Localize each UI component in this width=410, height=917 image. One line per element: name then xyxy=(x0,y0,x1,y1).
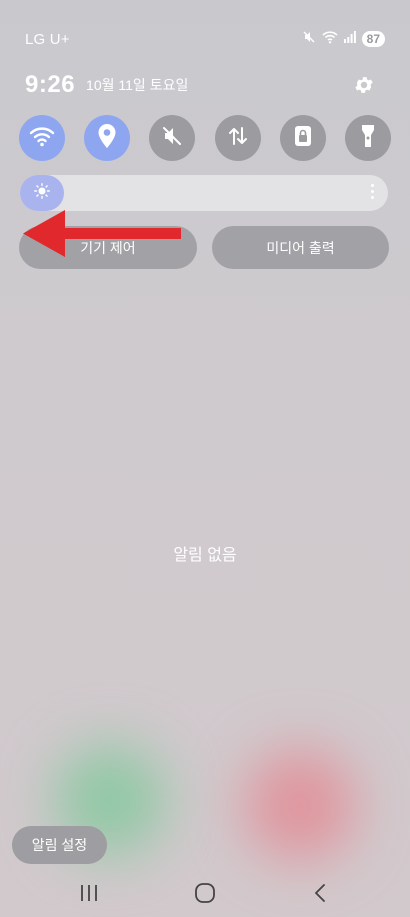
sound-tile[interactable] xyxy=(149,115,196,161)
status-bar: LG U+ 87 xyxy=(25,28,385,50)
header: 9:26 10월 11일 토요일 xyxy=(25,70,375,100)
mute-icon xyxy=(161,125,183,152)
empty-notifications-text: 알림 없음 xyxy=(173,547,237,564)
recents-icon[interactable] xyxy=(69,880,109,906)
location-icon xyxy=(97,123,117,154)
status-icons: 87 xyxy=(302,30,385,49)
media-output-button[interactable]: 미디어 출력 xyxy=(212,226,389,269)
brightness-slider[interactable] xyxy=(20,175,388,211)
brightness-handle[interactable] xyxy=(20,175,64,211)
carrier-name: LG U+ xyxy=(25,30,70,48)
mute-icon xyxy=(302,30,316,49)
gear-icon[interactable] xyxy=(353,74,375,96)
secure-folder-tile[interactable] xyxy=(279,115,326,161)
wifi-icon xyxy=(29,125,55,152)
mobile-data-tile[interactable] xyxy=(214,115,261,161)
more-options-icon[interactable] xyxy=(371,184,374,199)
background-blur-red xyxy=(245,750,355,860)
back-icon[interactable] xyxy=(300,880,340,906)
location-tile[interactable] xyxy=(84,115,131,161)
signal-icon xyxy=(343,30,356,48)
wifi-tile[interactable] xyxy=(19,115,65,161)
red-arrow-annotation xyxy=(23,210,181,257)
lock-icon xyxy=(293,125,313,152)
notification-settings-button[interactable]: 알림 설정 xyxy=(12,826,107,864)
data-arrows-icon xyxy=(227,125,249,152)
sun-icon xyxy=(34,182,50,204)
battery-indicator: 87 xyxy=(361,31,385,47)
flashlight-tile[interactable] xyxy=(344,115,391,161)
clock: 9:26 xyxy=(25,71,76,98)
date: 10월 11일 토요일 xyxy=(86,77,189,93)
quick-settings-row xyxy=(19,115,391,161)
navigation-bar xyxy=(0,876,410,910)
wifi-icon xyxy=(322,30,338,49)
home-icon[interactable] xyxy=(185,880,225,906)
flashlight-icon xyxy=(360,123,376,154)
